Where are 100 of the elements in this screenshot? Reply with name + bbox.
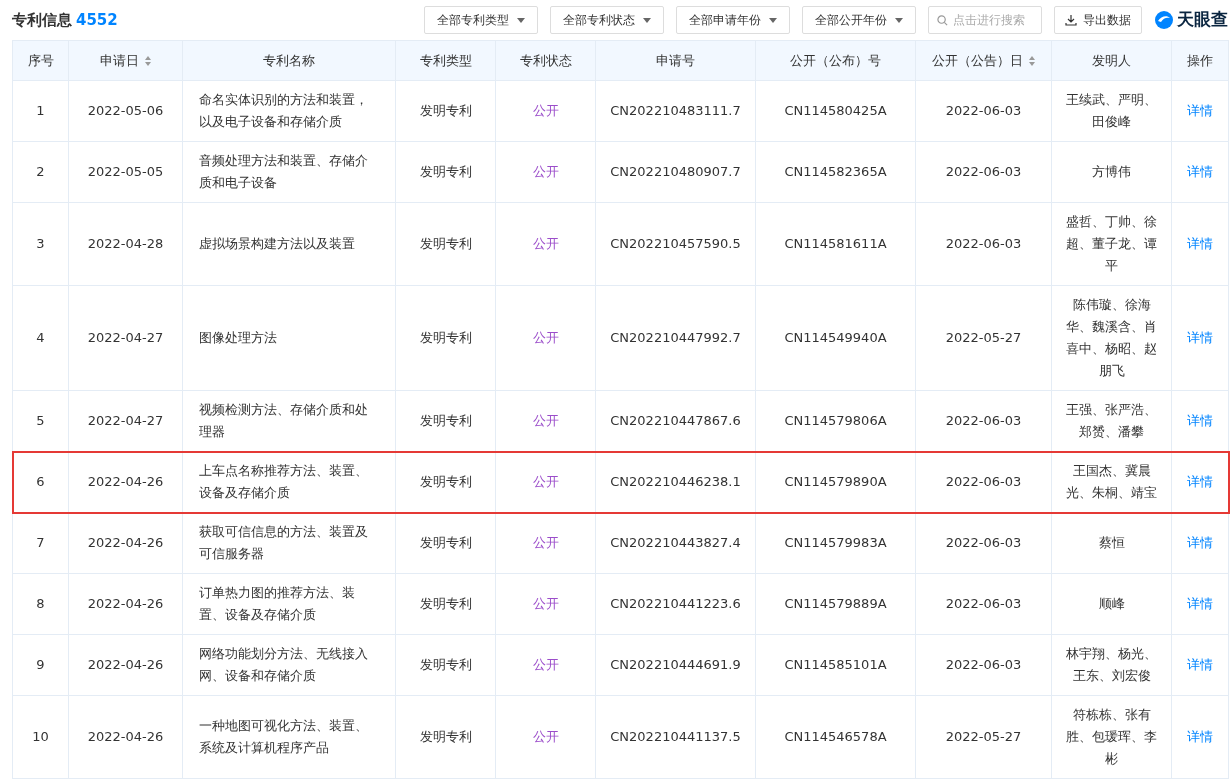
- publication-number: CN114579889A: [784, 596, 887, 611]
- filter-dropdown[interactable]: 全部申请年份: [676, 6, 790, 34]
- application-number: CN202210480907.7: [610, 164, 741, 179]
- publication-number: CN114549940A: [784, 330, 887, 345]
- patent-status: 公开: [532, 236, 559, 251]
- column-header: 专利类型: [395, 40, 496, 81]
- details-link[interactable]: 详情: [1187, 413, 1213, 428]
- inventor-names: 顺峰: [1098, 596, 1125, 611]
- details-link[interactable]: 详情: [1187, 330, 1213, 345]
- section-title: 专利信息: [12, 9, 72, 31]
- publication-date: 2022-06-03: [945, 535, 1022, 550]
- patent-name: 订单热力图的推荐方法、装置、设备及存储介质: [199, 585, 355, 622]
- details-link[interactable]: 详情: [1187, 535, 1213, 550]
- patent-status: 公开: [532, 729, 559, 744]
- patent-name: 网络功能划分方法、无线接入网、设备和存储介质: [199, 646, 368, 683]
- details-link[interactable]: 详情: [1187, 657, 1213, 672]
- inventor-names: 王强、张严浩、郑赟、潘攀: [1066, 402, 1157, 439]
- patent-type: 发明专利: [419, 164, 472, 179]
- publication-date: 2022-06-03: [945, 236, 1022, 251]
- patent-status: 公开: [532, 657, 559, 672]
- publication-date: 2022-06-03: [945, 103, 1022, 118]
- inventor-names: 盛哲、丁帅、徐超、董子龙、谭平: [1066, 214, 1157, 273]
- filing-date: 2022-04-26: [87, 535, 164, 550]
- patent-type: 发明专利: [419, 413, 472, 428]
- application-number: CN202210444691.9: [610, 657, 741, 672]
- row-number: 6: [36, 474, 45, 489]
- publication-number: CN114582365A: [784, 164, 887, 179]
- publication-date: 2022-05-27: [945, 330, 1022, 345]
- column-header: 发明人: [1051, 40, 1172, 81]
- caret-icon: [769, 17, 777, 23]
- application-number: CN202210483111.7: [610, 103, 741, 118]
- publication-date: 2022-06-03: [945, 413, 1022, 428]
- filing-date: 2022-05-06: [87, 103, 164, 118]
- application-number: CN202210447992.7: [610, 330, 741, 345]
- publication-number: CN114581611A: [784, 236, 887, 251]
- filing-date: 2022-04-26: [87, 657, 164, 672]
- patent-name: 命名实体识别的方法和装置，以及电子设备和存储介质: [199, 92, 368, 129]
- patent-status: 公开: [532, 596, 559, 611]
- filter-dropdown[interactable]: 全部专利类型: [424, 6, 538, 34]
- details-link[interactable]: 详情: [1187, 164, 1213, 179]
- publication-date: 2022-05-27: [945, 729, 1022, 744]
- application-number: CN202210446238.1: [610, 474, 741, 489]
- column-header: 序号: [12, 40, 69, 81]
- filter-dropdown[interactable]: 全部专利状态: [550, 6, 664, 34]
- patent-name: 一种地图可视化方法、装置、系统及计算机程序产品: [199, 718, 368, 755]
- filing-date: 2022-04-27: [87, 413, 164, 428]
- caret-icon: [517, 17, 525, 23]
- sort-icon[interactable]: [145, 55, 151, 66]
- patent-name: 音频处理方法和装置、存储介质和电子设备: [199, 153, 368, 190]
- column-header: 公开（公布）号: [755, 40, 916, 81]
- patent-status: 公开: [532, 103, 559, 118]
- filing-date: 2022-05-05: [87, 164, 164, 179]
- filing-date: 2022-04-27: [87, 330, 164, 345]
- application-number: CN202210441223.6: [610, 596, 741, 611]
- patent-name: 虚拟场景构建方法以及装置: [199, 236, 355, 251]
- filing-date: 2022-04-26: [87, 729, 164, 744]
- details-link[interactable]: 详情: [1187, 236, 1213, 251]
- column-header: 专利状态: [495, 40, 596, 81]
- column-header: 公开（公告）日: [915, 40, 1052, 81]
- filter-dropdown[interactable]: 全部公开年份: [802, 6, 916, 34]
- patent-name: 视频检测方法、存储介质和处理器: [199, 402, 368, 439]
- details-link[interactable]: 详情: [1187, 103, 1213, 118]
- filing-date: 2022-04-26: [87, 596, 164, 611]
- application-number: CN202210457590.5: [610, 236, 741, 251]
- patent-name: 获取可信信息的方法、装置及可信服务器: [199, 524, 368, 561]
- publication-date: 2022-06-03: [945, 657, 1022, 672]
- patent-status: 公开: [532, 413, 559, 428]
- patent-type: 发明专利: [419, 236, 472, 251]
- logo-icon: [1154, 10, 1174, 30]
- patent-name: 图像处理方法: [199, 330, 277, 345]
- application-number: CN202210441137.5: [610, 729, 741, 744]
- patent-status: 公开: [532, 164, 559, 179]
- inventor-names: 蔡恒: [1098, 535, 1125, 550]
- patent-type: 发明专利: [419, 474, 472, 489]
- inventor-names: 符栋栋、张有胜、包瑗珲、李彬: [1066, 707, 1157, 766]
- export-button[interactable]: 导出数据: [1054, 6, 1142, 34]
- patent-name: 上车点名称推荐方法、装置、设备及存储介质: [199, 463, 368, 500]
- details-link[interactable]: 详情: [1187, 474, 1213, 489]
- publication-number: CN114579806A: [784, 413, 887, 428]
- publication-date: 2022-06-03: [945, 474, 1022, 489]
- row-number: 3: [36, 236, 45, 251]
- publication-date: 2022-06-03: [945, 596, 1022, 611]
- inventor-names: 王国杰、冀晨光、朱桐、靖宝: [1066, 463, 1157, 500]
- row-number: 10: [32, 729, 49, 744]
- patent-type: 发明专利: [419, 103, 472, 118]
- search-field[interactable]: 点击进行搜索: [928, 6, 1042, 34]
- inventor-names: 林宇翔、杨光、王东、刘宏俊: [1066, 646, 1157, 683]
- caret-icon: [643, 17, 651, 23]
- publication-date: 2022-06-03: [945, 164, 1022, 179]
- details-link[interactable]: 详情: [1187, 729, 1213, 744]
- column-header: 操作: [1171, 40, 1229, 81]
- patent-status: 公开: [532, 535, 559, 550]
- patent-type: 发明专利: [419, 330, 472, 345]
- column-header: 申请号: [595, 40, 756, 81]
- publication-number: CN114546578A: [784, 729, 887, 744]
- sort-icon[interactable]: [1029, 55, 1035, 66]
- patent-type: 发明专利: [419, 596, 472, 611]
- details-link[interactable]: 详情: [1187, 596, 1213, 611]
- inventor-names: 方博伟: [1092, 164, 1131, 179]
- inventor-names: 陈伟璇、徐海华、魏溪含、肖喜中、杨昭、赵朋飞: [1066, 297, 1157, 378]
